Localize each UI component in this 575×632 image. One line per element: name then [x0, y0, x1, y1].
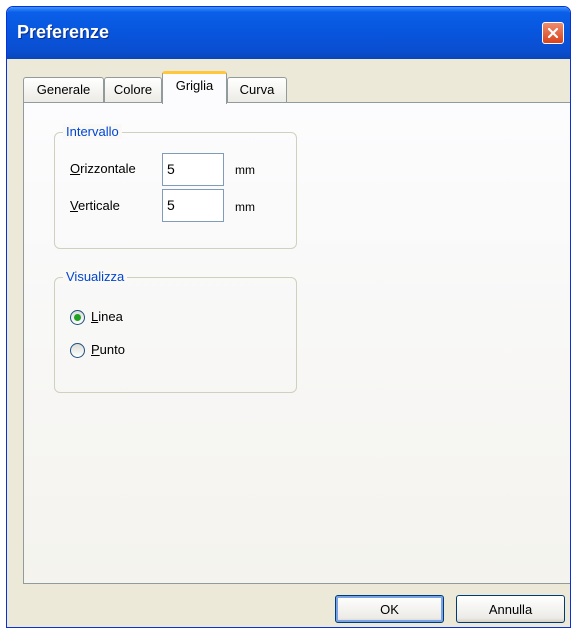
orizzontale-unit: mm — [235, 163, 255, 177]
group-intervallo: Intervallo Orizzontale 5 mm Verticale 5 … — [54, 124, 297, 249]
tab-generale[interactable]: Generale — [23, 77, 104, 102]
radio-punto-label[interactable]: Punto — [91, 342, 125, 357]
radio-linea-label[interactable]: Linea — [91, 309, 123, 324]
radio-punto[interactable] — [70, 343, 85, 358]
orizzontale-input[interactable]: 5 — [162, 153, 224, 186]
group-visualizza-legend: Visualizza — [63, 269, 128, 284]
preferences-window: Preferenze Generale Colore Griglia Curva… — [6, 6, 571, 628]
orizzontale-label: Orizzontale — [70, 161, 136, 176]
close-button[interactable] — [542, 22, 564, 44]
verticale-unit: mm — [235, 200, 255, 214]
verticale-input[interactable]: 5 — [162, 189, 224, 222]
ok-button[interactable]: OK — [335, 595, 444, 623]
cancel-button[interactable]: Annulla — [456, 595, 565, 623]
tab-panel-griglia: Intervallo Orizzontale 5 mm Verticale 5 … — [23, 102, 570, 584]
group-visualizza: Visualizza Linea Punto — [54, 269, 297, 393]
verticale-label: Verticale — [70, 198, 120, 213]
radio-selected-icon — [74, 314, 81, 321]
group-intervallo-legend: Intervallo — [63, 124, 122, 139]
title-bar[interactable]: Preferenze — [7, 7, 570, 59]
tab-colore[interactable]: Colore — [104, 77, 162, 102]
tab-griglia[interactable]: Griglia — [162, 71, 227, 104]
close-icon — [547, 27, 559, 39]
tab-curva[interactable]: Curva — [227, 77, 287, 102]
window-title: Preferenze — [17, 22, 110, 42]
radio-linea[interactable] — [70, 310, 85, 325]
